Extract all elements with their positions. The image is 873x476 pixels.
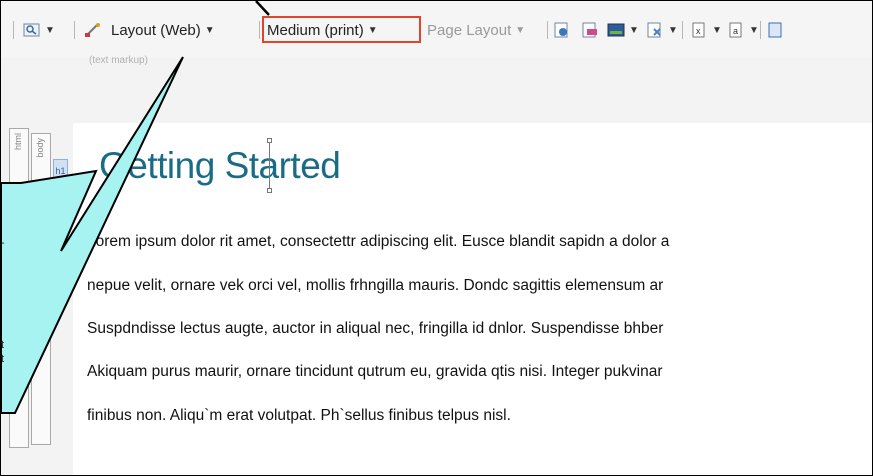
pointer-arrow	[255, 1, 270, 16]
callout-overlay	[1, 1, 270, 414]
callout-text: t	[1, 339, 5, 351]
callout-text: t	[1, 353, 5, 365]
callout-text: -	[1, 237, 5, 249]
app-window: ▼ Layout (Web) ▼ Medium (print) ▼ Page L…	[0, 0, 873, 476]
callout-shape	[1, 56, 184, 414]
